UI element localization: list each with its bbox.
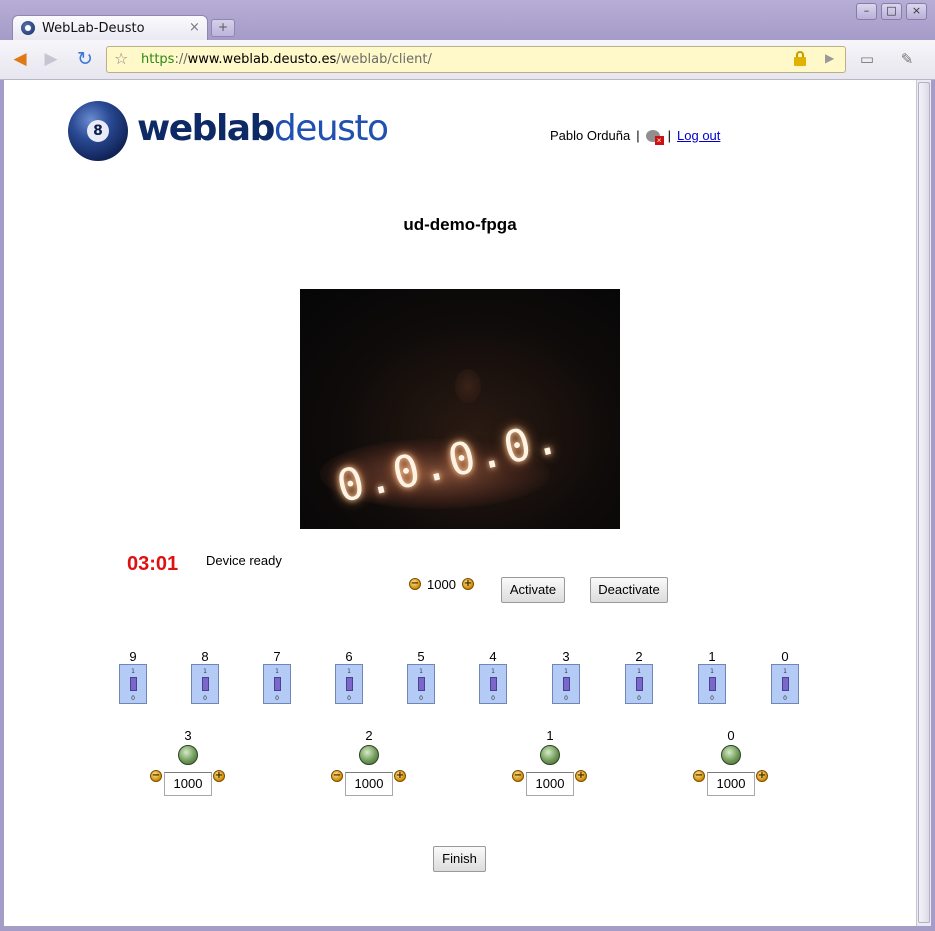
weblab-logo-ball-icon: 8 bbox=[68, 101, 128, 161]
led-0-increase-button[interactable]: + bbox=[756, 770, 768, 782]
close-window-button[interactable]: × bbox=[906, 3, 927, 20]
webcam-image: 0.0.0.0. bbox=[300, 289, 620, 529]
led-0-decrease-button[interactable]: − bbox=[693, 770, 705, 782]
led-indicator-2 bbox=[359, 745, 379, 765]
toggle-switch-7[interactable]: 10 bbox=[263, 664, 291, 704]
led-indicator-1 bbox=[540, 745, 560, 765]
toggle-switch-6[interactable]: 10 bbox=[335, 664, 363, 704]
vertical-scrollbar[interactable] bbox=[916, 80, 931, 926]
led-0-value-field[interactable]: 1000 bbox=[707, 772, 755, 796]
led-label-0: 0 bbox=[727, 728, 735, 743]
logo-text-deusto: deusto bbox=[273, 108, 389, 149]
url-scheme: https bbox=[141, 52, 175, 67]
led-3-value-field[interactable]: 1000 bbox=[164, 772, 212, 796]
separator: | bbox=[667, 128, 672, 143]
led-3-increase-button[interactable]: + bbox=[213, 770, 225, 782]
new-tab-button[interactable]: + bbox=[211, 19, 235, 37]
switch-label-6: 6 bbox=[345, 649, 353, 664]
url-path: /weblab/client/ bbox=[336, 52, 432, 67]
led-2-increase-button[interactable]: + bbox=[394, 770, 406, 782]
experiment-title: ud-demo-fpga bbox=[403, 215, 517, 234]
led-indicator-3 bbox=[178, 745, 198, 765]
minimize-button[interactable]: – bbox=[856, 3, 877, 20]
finish-button[interactable]: Finish bbox=[433, 846, 486, 872]
activate-button[interactable]: Activate bbox=[501, 577, 565, 603]
switch-label-9: 9 bbox=[129, 649, 137, 664]
browser-tab[interactable]: WebLab-Deusto × bbox=[12, 15, 208, 41]
page-content: 8 weblabdeusto Pablo Orduña | × | Log out ud… bbox=[4, 80, 916, 926]
led-indicator-0 bbox=[721, 745, 741, 765]
switch-label-2: 2 bbox=[635, 649, 643, 664]
led-1-value-field[interactable]: 1000 bbox=[526, 772, 574, 796]
weblab-logo: weblabdeusto bbox=[137, 108, 389, 149]
bookmark-star-icon[interactable]: ☆ bbox=[114, 49, 128, 68]
device-status: Device ready bbox=[206, 553, 282, 568]
connection-status-icon: × bbox=[645, 128, 664, 145]
led-label-1: 1 bbox=[546, 728, 554, 743]
led-label-3: 3 bbox=[184, 728, 192, 743]
toggle-switch-0[interactable]: 10 bbox=[771, 664, 799, 704]
address-bar[interactable]: ☆ https://www.weblab.deusto.es/weblab/cl… bbox=[106, 46, 846, 73]
switch-label-7: 7 bbox=[273, 649, 281, 664]
back-arrow-icon[interactable]: ◀ bbox=[9, 48, 31, 70]
webcam-reflection bbox=[455, 369, 481, 403]
led-label-2: 2 bbox=[365, 728, 373, 743]
led-2-value-field[interactable]: 1000 bbox=[345, 772, 393, 796]
clock-increase-button[interactable]: + bbox=[462, 578, 474, 590]
lock-icon[interactable] bbox=[794, 51, 806, 66]
wrench-menu-icon[interactable]: ✎ bbox=[896, 48, 918, 70]
led-1-decrease-button[interactable]: − bbox=[512, 770, 524, 782]
toggle-switch-1[interactable]: 10 bbox=[698, 664, 726, 704]
led-2-decrease-button[interactable]: − bbox=[331, 770, 343, 782]
maximize-button[interactable]: □ bbox=[881, 3, 902, 20]
switch-label-1: 1 bbox=[708, 649, 716, 664]
deactivate-button[interactable]: Deactivate bbox=[590, 577, 668, 603]
user-name: Pablo Orduña bbox=[550, 128, 631, 143]
url-host: www.weblab.deusto.es bbox=[187, 52, 337, 67]
clock-decrease-button[interactable]: − bbox=[409, 578, 421, 590]
logout-link[interactable]: Log out bbox=[677, 128, 720, 143]
switch-label-4: 4 bbox=[489, 649, 497, 664]
url-separator: :// bbox=[174, 52, 188, 67]
countdown-timer: 03:01 bbox=[127, 553, 179, 575]
toggle-switch-4[interactable]: 10 bbox=[479, 664, 507, 704]
toggle-switch-3[interactable]: 10 bbox=[552, 664, 580, 704]
address-url[interactable]: https://www.weblab.deusto.es/weblab/clie… bbox=[141, 52, 432, 67]
logo-ball-number: 8 bbox=[87, 120, 109, 142]
switch-label-8: 8 bbox=[201, 649, 209, 664]
logo-text-weblab: weblab bbox=[137, 108, 275, 149]
weblab-favicon-icon bbox=[21, 21, 35, 35]
toggle-switch-5[interactable]: 10 bbox=[407, 664, 435, 704]
switch-label-5: 5 bbox=[417, 649, 425, 664]
switch-label-0: 0 bbox=[781, 649, 789, 664]
separator: | bbox=[636, 128, 640, 143]
toggle-switch-8[interactable]: 10 bbox=[191, 664, 219, 704]
tab-title: WebLab-Deusto bbox=[42, 21, 145, 36]
led-3-decrease-button[interactable]: − bbox=[150, 770, 162, 782]
toggle-switch-2[interactable]: 10 bbox=[625, 664, 653, 704]
scrollbar-thumb[interactable] bbox=[918, 82, 930, 923]
led-1-increase-button[interactable]: + bbox=[575, 770, 587, 782]
user-bar: Pablo Orduña | × | Log out bbox=[550, 128, 720, 145]
page-menu-icon[interactable]: ▭ bbox=[856, 48, 878, 70]
reload-icon[interactable]: ↻ bbox=[74, 48, 96, 70]
tab-close-icon[interactable]: × bbox=[189, 20, 200, 35]
forward-arrow-icon[interactable]: ▶ bbox=[40, 48, 62, 70]
go-arrow-icon[interactable]: ▶ bbox=[825, 51, 834, 65]
switch-label-3: 3 bbox=[562, 649, 570, 664]
toggle-switch-9[interactable]: 10 bbox=[119, 664, 147, 704]
clock-value: 1000 bbox=[427, 577, 456, 592]
